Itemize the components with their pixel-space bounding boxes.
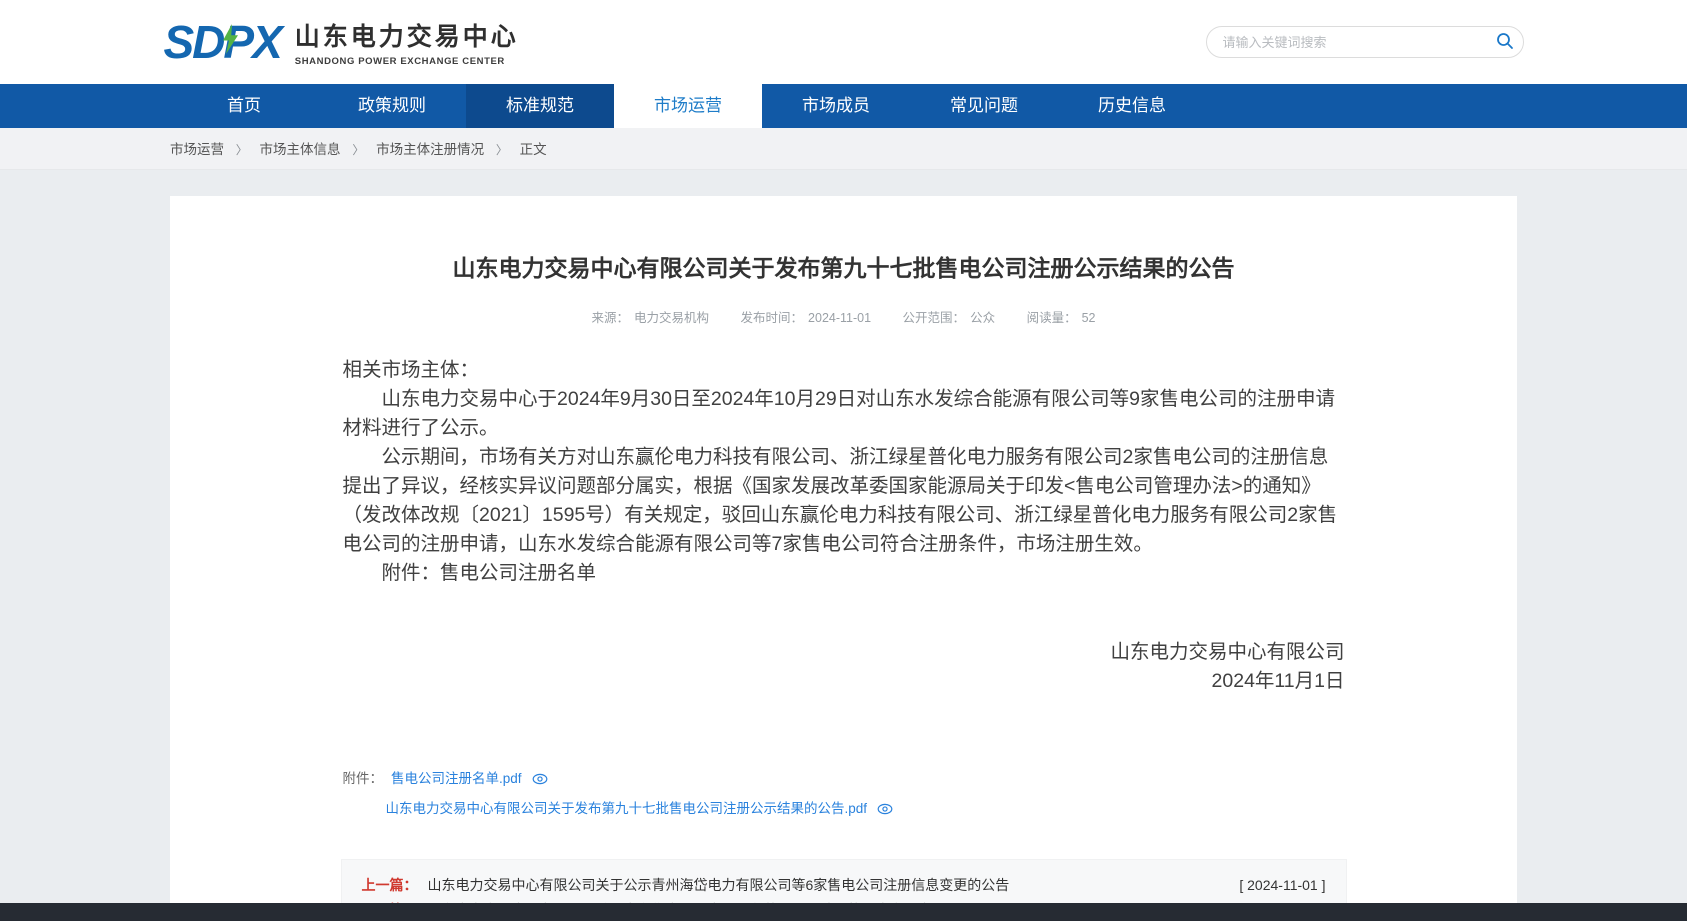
prev-label: 上一篇： <box>362 873 418 898</box>
attachments-label: 附件： <box>343 768 384 789</box>
meta-source-label: 来源： <box>592 311 630 325</box>
lightning-bolt-icon <box>223 23 238 55</box>
breadcrumb-item-current: 正文 <box>520 142 547 157</box>
attachment-link-announcement-pdf[interactable]: 山东电力交易中心有限公司关于发布第九十七批售电公司注册公示结果的公告.pdf <box>386 798 868 819</box>
nav-item-history[interactable]: 历史信息 <box>1058 84 1206 128</box>
attachment-row: 山东电力交易中心有限公司关于发布第九十七批售电公司注册公示结果的公告.pdf <box>343 798 1345 819</box>
signature-company: 山东电力交易中心有限公司 <box>343 638 1345 667</box>
article-body: 相关市场主体： 山东电力交易中心于2024年9月30日至2024年10月29日对… <box>343 356 1345 696</box>
breadcrumb-item-market-operation[interactable]: 市场运营 <box>170 142 224 157</box>
meta-views-value: 52 <box>1082 311 1096 325</box>
attachment-link-register-list[interactable]: 售电公司注册名单.pdf <box>391 768 522 789</box>
preview-eye-icon[interactable] <box>877 801 893 817</box>
nav-item-standards[interactable]: 标准规范 <box>466 84 614 128</box>
breadcrumb-separator: 〉 <box>236 143 248 157</box>
meta-views-label: 阅读量： <box>1027 311 1077 325</box>
meta-source: 来源： 电力交易机构 <box>592 311 710 325</box>
attachments: 附件： 售电公司注册名单.pdf 山东电力交易中心有限公司关于发布第九十七批售电… <box>343 768 1345 819</box>
meta-views: 阅读量： 52 <box>1027 311 1096 325</box>
article-meta: 来源： 电力交易机构 发布时间： 2024-11-01 公开范围： 公众 阅读量： 52 <box>170 307 1517 326</box>
logo-names: 山东电力交易中心 SHANDONG POWER EXCHANGE CENTER <box>295 17 519 67</box>
paragraph: 山东电力交易中心于2024年9月30日至2024年10月29日对山东水发综合能源… <box>343 385 1345 443</box>
logo-name-en: SHANDONG POWER EXCHANGE CENTER <box>295 56 519 67</box>
prev-article-date: [ 2024-11-01 ] <box>1239 873 1325 898</box>
breadcrumb-item-registration-status[interactable]: 市场主体注册情况 <box>376 142 484 157</box>
search-icon <box>1496 32 1514 50</box>
page: SDPX 山东电力交易中心 SHANDONG POWER EXCHANGE CE… <box>0 0 1687 921</box>
search-box <box>1206 26 1524 58</box>
meta-scope-value: 公众 <box>970 311 995 325</box>
nav-item-home[interactable]: 首页 <box>170 84 318 128</box>
prev-article-link[interactable]: 山东电力交易中心有限公司关于公示青州海岱电力有限公司等6家售电公司注册信息变更的… <box>428 873 1220 898</box>
main-nav: 首页 政策规则 标准规范 市场运营 市场成员 常见问题 历史信息 <box>0 84 1687 128</box>
footer-strip <box>0 903 1687 921</box>
search-input[interactable] <box>1206 26 1524 58</box>
breadcrumb-separator: 〉 <box>496 143 508 157</box>
breadcrumb-bar: 市场运营 〉 市场主体信息 〉 市场主体注册情况 〉 正文 <box>0 128 1687 170</box>
nav-item-faq[interactable]: 常见问题 <box>910 84 1058 128</box>
paragraph: 相关市场主体： <box>343 356 1345 385</box>
attachment-row: 附件： 售电公司注册名单.pdf <box>343 768 1345 789</box>
nav-item-market-members[interactable]: 市场成员 <box>762 84 910 128</box>
meta-scope-label: 公开范围： <box>903 311 966 325</box>
prev-article-row: 上一篇： 山东电力交易中心有限公司关于公示青州海岱电力有限公司等6家售电公司注册… <box>362 873 1326 898</box>
article-title: 山东电力交易中心有限公司关于发布第九十七批售电公司注册公示结果的公告 <box>170 252 1517 284</box>
preview-eye-icon[interactable] <box>532 771 548 787</box>
paragraph: 公示期间，市场有关方对山东赢伦电力科技有限公司、浙江绿星普化电力服务有限公司2家… <box>343 443 1345 559</box>
breadcrumb-separator: 〉 <box>352 143 364 157</box>
meta-time-label: 发布时间： <box>741 311 804 325</box>
site-logo[interactable]: SDPX 山东电力交易中心 SHANDONG POWER EXCHANGE CE… <box>164 15 519 69</box>
meta-source-value: 电力交易机构 <box>634 311 709 325</box>
meta-time-value: 2024-11-01 <box>808 311 871 325</box>
site-header: SDPX 山东电力交易中心 SHANDONG POWER EXCHANGE CE… <box>0 0 1687 84</box>
search-button[interactable] <box>1490 28 1520 56</box>
meta-publish-time: 发布时间： 2024-11-01 <box>741 311 872 325</box>
article-card: 山东电力交易中心有限公司关于发布第九十七批售电公司注册公示结果的公告 来源： 电力… <box>170 196 1517 921</box>
signature-date: 2024年11月1日 <box>343 667 1345 696</box>
breadcrumb-item-market-subject-info[interactable]: 市场主体信息 <box>260 142 341 157</box>
paragraph: 附件：售电公司注册名单 <box>343 559 1345 588</box>
nav-item-policy-rules[interactable]: 政策规则 <box>318 84 466 128</box>
meta-scope: 公开范围： 公众 <box>903 311 996 325</box>
nav-item-market-operation[interactable]: 市场运营 <box>614 84 762 128</box>
logo-mark: SDPX <box>164 15 281 69</box>
logo-name-cn: 山东电力交易中心 <box>295 17 519 53</box>
breadcrumb: 市场运营 〉 市场主体信息 〉 市场主体注册情况 〉 正文 <box>170 128 1517 169</box>
